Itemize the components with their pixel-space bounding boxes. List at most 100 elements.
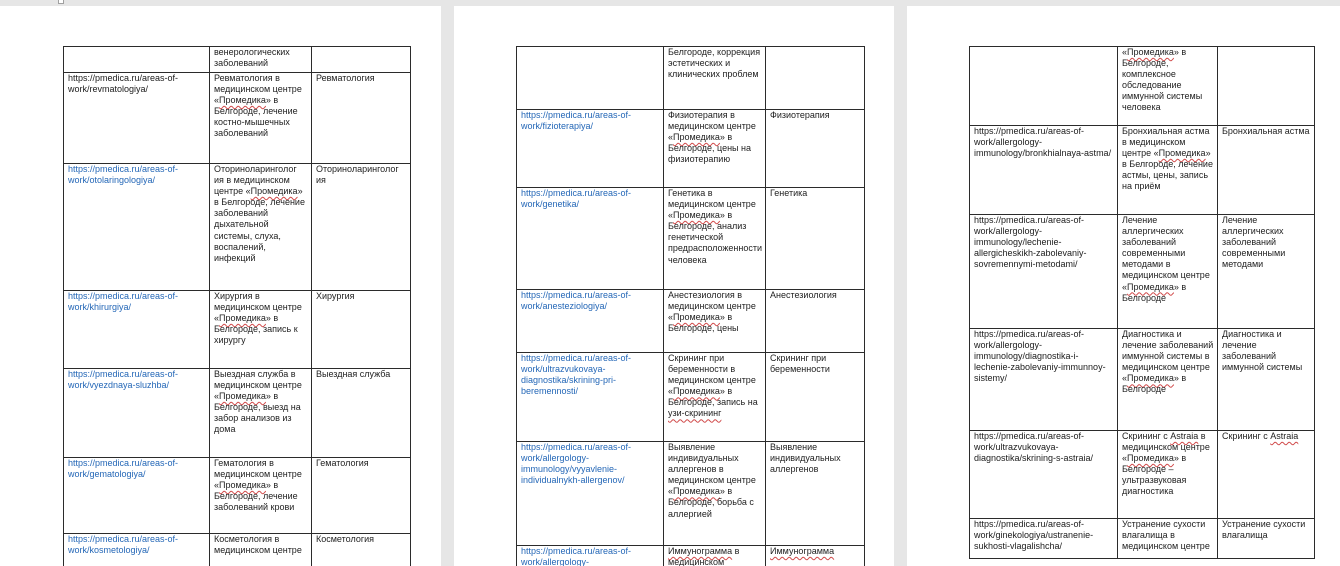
url-cell[interactable]: https://pmedica.ru/areas-of-work/ultrazv… bbox=[970, 431, 1118, 519]
spellcheck-underline: узи-скрининг bbox=[668, 408, 721, 418]
service-name-cell: Бронхиальная астма bbox=[1218, 126, 1315, 215]
spellcheck-underline: Промедика bbox=[219, 313, 266, 323]
description-cell: Генетика в медицинском центре «Промедика… bbox=[664, 188, 766, 290]
service-name-cell: Гематология bbox=[312, 458, 411, 534]
service-name-cell: Устранение сухости влагалища bbox=[1218, 519, 1315, 559]
service-name-cell: Анестезиология bbox=[766, 290, 865, 353]
spellcheck-underline: Astraia bbox=[1170, 431, 1198, 441]
spellcheck-underline: Astraia bbox=[1270, 431, 1298, 441]
spellcheck-underline: Промедика bbox=[1127, 373, 1174, 383]
spellcheck-underline: Промедика bbox=[219, 391, 266, 401]
description-cell: Выявление индивидуальных аллергенов в ме… bbox=[664, 442, 766, 546]
description-cell: Ревматология в медицинском центре «Проме… bbox=[210, 73, 312, 164]
url-cell[interactable]: https://pmedica.ru/areas-of-work/allergo… bbox=[970, 126, 1118, 215]
ruler-indent-marker[interactable] bbox=[58, 0, 64, 4]
service-name-cell: Иммунограмма bbox=[766, 546, 865, 566]
spellcheck-underline: Промедика bbox=[219, 480, 266, 490]
links-table: Белгороде, коррекция эстетических и клин… bbox=[516, 46, 865, 566]
url-link-cell[interactable]: https://pmedica.ru/areas-of-work/kosmeto… bbox=[64, 534, 210, 566]
description-cell: Физиотерапия в медицинском центре «Проме… bbox=[664, 110, 766, 188]
table-row: https://pmedica.ru/areas-of-work/allergo… bbox=[970, 126, 1315, 215]
table-row: https://pmedica.ru/areas-of-work/ultrazv… bbox=[970, 431, 1315, 519]
url-link-cell[interactable]: https://pmedica.ru/areas-of-work/genetik… bbox=[517, 188, 664, 290]
spellcheck-underline: Иммунограмма bbox=[770, 546, 834, 556]
service-name-cell: Хирургия bbox=[312, 291, 411, 369]
table-row: https://pmedica.ru/areas-of-work/allergo… bbox=[517, 546, 865, 566]
description-cell: Иммунограмма в медицинском bbox=[664, 546, 766, 566]
url-link-cell[interactable]: https://pmedica.ru/areas-of-work/khirurg… bbox=[64, 291, 210, 369]
table-row: https://pmedica.ru/areas-of-work/anestez… bbox=[517, 290, 865, 353]
table-row: https://pmedica.ru/areas-of-work/allergo… bbox=[970, 329, 1315, 431]
spellcheck-underline: Промедика bbox=[673, 312, 720, 322]
description-cell: Выездная служба в медицинском центре «Пр… bbox=[210, 369, 312, 458]
spellcheck-underline: Промедика bbox=[1127, 47, 1174, 57]
table-row: https://pmedica.ru/areas-of-work/khirurg… bbox=[64, 291, 411, 369]
description-cell: Хирургия в медицинском центре «Промедика… bbox=[210, 291, 312, 369]
description-cell: Лечение аллергических заболеваний соврем… bbox=[1118, 215, 1218, 329]
service-name-cell: Выездная служба bbox=[312, 369, 411, 458]
table-row: https://pmedica.ru/areas-of-work/otolari… bbox=[64, 164, 411, 291]
service-name-cell: Диагностика и лечение заболеваний иммунн… bbox=[1218, 329, 1315, 431]
description-cell: Скрининг при беременности в медицинском … bbox=[664, 353, 766, 442]
url-link-cell[interactable]: https://pmedica.ru/areas-of-work/fiziote… bbox=[517, 110, 664, 188]
table-row: https://pmedica.ru/areas-of-work/ultrazv… bbox=[517, 353, 865, 442]
service-name-cell: Лечение аллергических заболеваний соврем… bbox=[1218, 215, 1315, 329]
service-name-cell: Оториноларинголог ия bbox=[312, 164, 411, 291]
url-cell[interactable]: https://pmedica.ru/areas-of-work/revmato… bbox=[64, 73, 210, 164]
service-name-cell: Скрининг с Astraia bbox=[1218, 431, 1315, 519]
spellcheck-underline: Промедика bbox=[673, 386, 720, 396]
table-row: венерологических заболеваний bbox=[64, 47, 411, 73]
description-cell: Диагностика и лечение заболеваний иммунн… bbox=[1118, 329, 1218, 431]
description-cell: Косметология в медицинском центре bbox=[210, 534, 312, 566]
table-row: https://pmedica.ru/areas-of-work/gematol… bbox=[64, 458, 411, 534]
spellcheck-underline: Промедика bbox=[219, 95, 266, 105]
url-cell[interactable]: https://pmedica.ru/areas-of-work/allergo… bbox=[970, 329, 1118, 431]
spellcheck-underline: Промедика bbox=[1127, 282, 1174, 292]
description-cell: венерологических заболеваний bbox=[210, 47, 312, 73]
service-name-cell bbox=[1218, 47, 1315, 126]
document-page-3: «Промедика» в Белгороде, комплексное обс… bbox=[907, 6, 1340, 566]
service-name-cell: Скрининг при беременности bbox=[766, 353, 865, 442]
spellcheck-underline: Промедика bbox=[673, 486, 720, 496]
spellcheck-underline: Промедика bbox=[1159, 148, 1206, 158]
service-name-cell bbox=[766, 47, 865, 110]
links-table: венерологических заболеваний https://pme… bbox=[63, 46, 411, 566]
url-cell[interactable]: https://pmedica.ru/areas-of-work/ginekol… bbox=[970, 519, 1118, 559]
table-row: «Промедика» в Белгороде, комплексное обс… bbox=[970, 47, 1315, 126]
url-cell bbox=[970, 47, 1118, 126]
url-link-cell[interactable]: https://pmedica.ru/areas-of-work/vyezdna… bbox=[64, 369, 210, 458]
url-link-cell[interactable]: https://pmedica.ru/areas-of-work/allergo… bbox=[517, 546, 664, 566]
description-cell: Гематология в медицинском центре «Промед… bbox=[210, 458, 312, 534]
table-row: https://pmedica.ru/areas-of-work/revmato… bbox=[64, 73, 411, 164]
url-link-cell[interactable]: https://pmedica.ru/areas-of-work/allergo… bbox=[517, 442, 664, 546]
table-row: https://pmedica.ru/areas-of-work/kosmeto… bbox=[64, 534, 411, 566]
description-cell: Белгороде, коррекция эстетических и клин… bbox=[664, 47, 766, 110]
service-name-cell: Ревматология bbox=[312, 73, 411, 164]
table-row: https://pmedica.ru/areas-of-work/allergo… bbox=[970, 215, 1315, 329]
description-cell: Устранение сухости влагалища в медицинск… bbox=[1118, 519, 1218, 559]
url-cell[interactable]: https://pmedica.ru/areas-of-work/allergo… bbox=[970, 215, 1118, 329]
links-table: «Промедика» в Белгороде, комплексное обс… bbox=[969, 46, 1315, 559]
description-cell: Бронхиальная астма в медицинском центре … bbox=[1118, 126, 1218, 215]
url-link-cell[interactable]: https://pmedica.ru/areas-of-work/anestez… bbox=[517, 290, 664, 353]
description-cell: Анестезиология в медицинском центре «Про… bbox=[664, 290, 766, 353]
table-row: https://pmedica.ru/areas-of-work/genetik… bbox=[517, 188, 865, 290]
spellcheck-underline: Промедика bbox=[1127, 453, 1174, 463]
url-link-cell[interactable]: https://pmedica.ru/areas-of-work/ultrazv… bbox=[517, 353, 664, 442]
url-cell bbox=[64, 47, 210, 73]
document-page-2: Белгороде, коррекция эстетических и клин… bbox=[454, 6, 894, 566]
service-name-cell: Выявление индивидуальных аллергенов bbox=[766, 442, 865, 546]
url-link-cell[interactable]: https://pmedica.ru/areas-of-work/otolari… bbox=[64, 164, 210, 291]
spellcheck-underline: Промедика bbox=[673, 132, 720, 142]
table-row: https://pmedica.ru/areas-of-work/fiziote… bbox=[517, 110, 865, 188]
spellcheck-underline: Промедика bbox=[251, 186, 298, 196]
url-cell bbox=[517, 47, 664, 110]
spellcheck-underline: Промедика bbox=[673, 210, 720, 220]
url-link-cell[interactable]: https://pmedica.ru/areas-of-work/gematol… bbox=[64, 458, 210, 534]
service-name-cell: Косметология bbox=[312, 534, 411, 566]
table-row: https://pmedica.ru/areas-of-work/vyezdna… bbox=[64, 369, 411, 458]
table-row: Белгороде, коррекция эстетических и клин… bbox=[517, 47, 865, 110]
document-page-1: венерологических заболеваний https://pme… bbox=[0, 6, 441, 566]
service-name-cell: Физиотерапия bbox=[766, 110, 865, 188]
table-row: https://pmedica.ru/areas-of-work/allergo… bbox=[517, 442, 865, 546]
